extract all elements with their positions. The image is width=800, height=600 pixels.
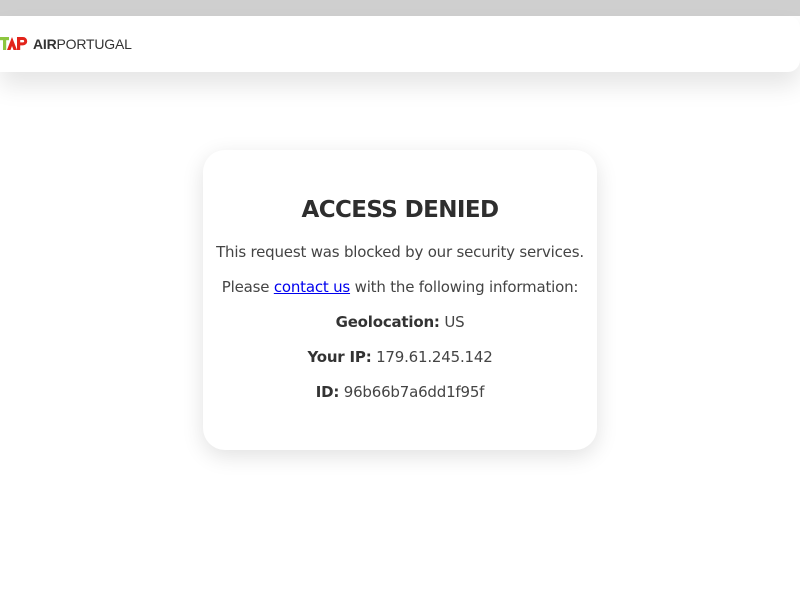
geolocation-value: US <box>444 313 465 331</box>
logo-wordmark: AIRPORTUGAL <box>33 36 132 52</box>
contact-line: Please contact us with the following inf… <box>203 278 597 296</box>
logo-air: AIR <box>33 36 57 52</box>
ip-label: Your IP: <box>307 348 372 366</box>
id-label: ID: <box>315 383 340 401</box>
id-row: ID: 96b66b7a6dd1f95f <box>203 383 597 401</box>
site-header: AIRPORTUGAL <box>0 16 800 72</box>
ip-row: Your IP: 179.61.245.142 <box>203 348 597 366</box>
contact-us-link[interactable]: contact us <box>274 278 350 296</box>
access-denied-card: ACCESS DENIED This request was blocked b… <box>203 150 597 450</box>
id-value: 96b66b7a6dd1f95f <box>343 383 485 401</box>
logo-portugal: PORTUGAL <box>56 36 132 52</box>
geolocation-row: Geolocation: US <box>203 313 597 331</box>
top-strip <box>0 0 800 16</box>
contact-suffix: with the following information: <box>354 278 579 296</box>
tap-air-portugal-logo[interactable]: AIRPORTUGAL <box>0 34 132 54</box>
contact-prefix: Please <box>221 278 270 296</box>
page-title: ACCESS DENIED <box>301 197 500 223</box>
ip-value: 179.61.245.142 <box>376 348 493 366</box>
tap-logo-icon <box>0 37 28 50</box>
blocked-message: This request was blocked by our security… <box>216 243 584 261</box>
geolocation-label: Geolocation: <box>335 313 440 331</box>
